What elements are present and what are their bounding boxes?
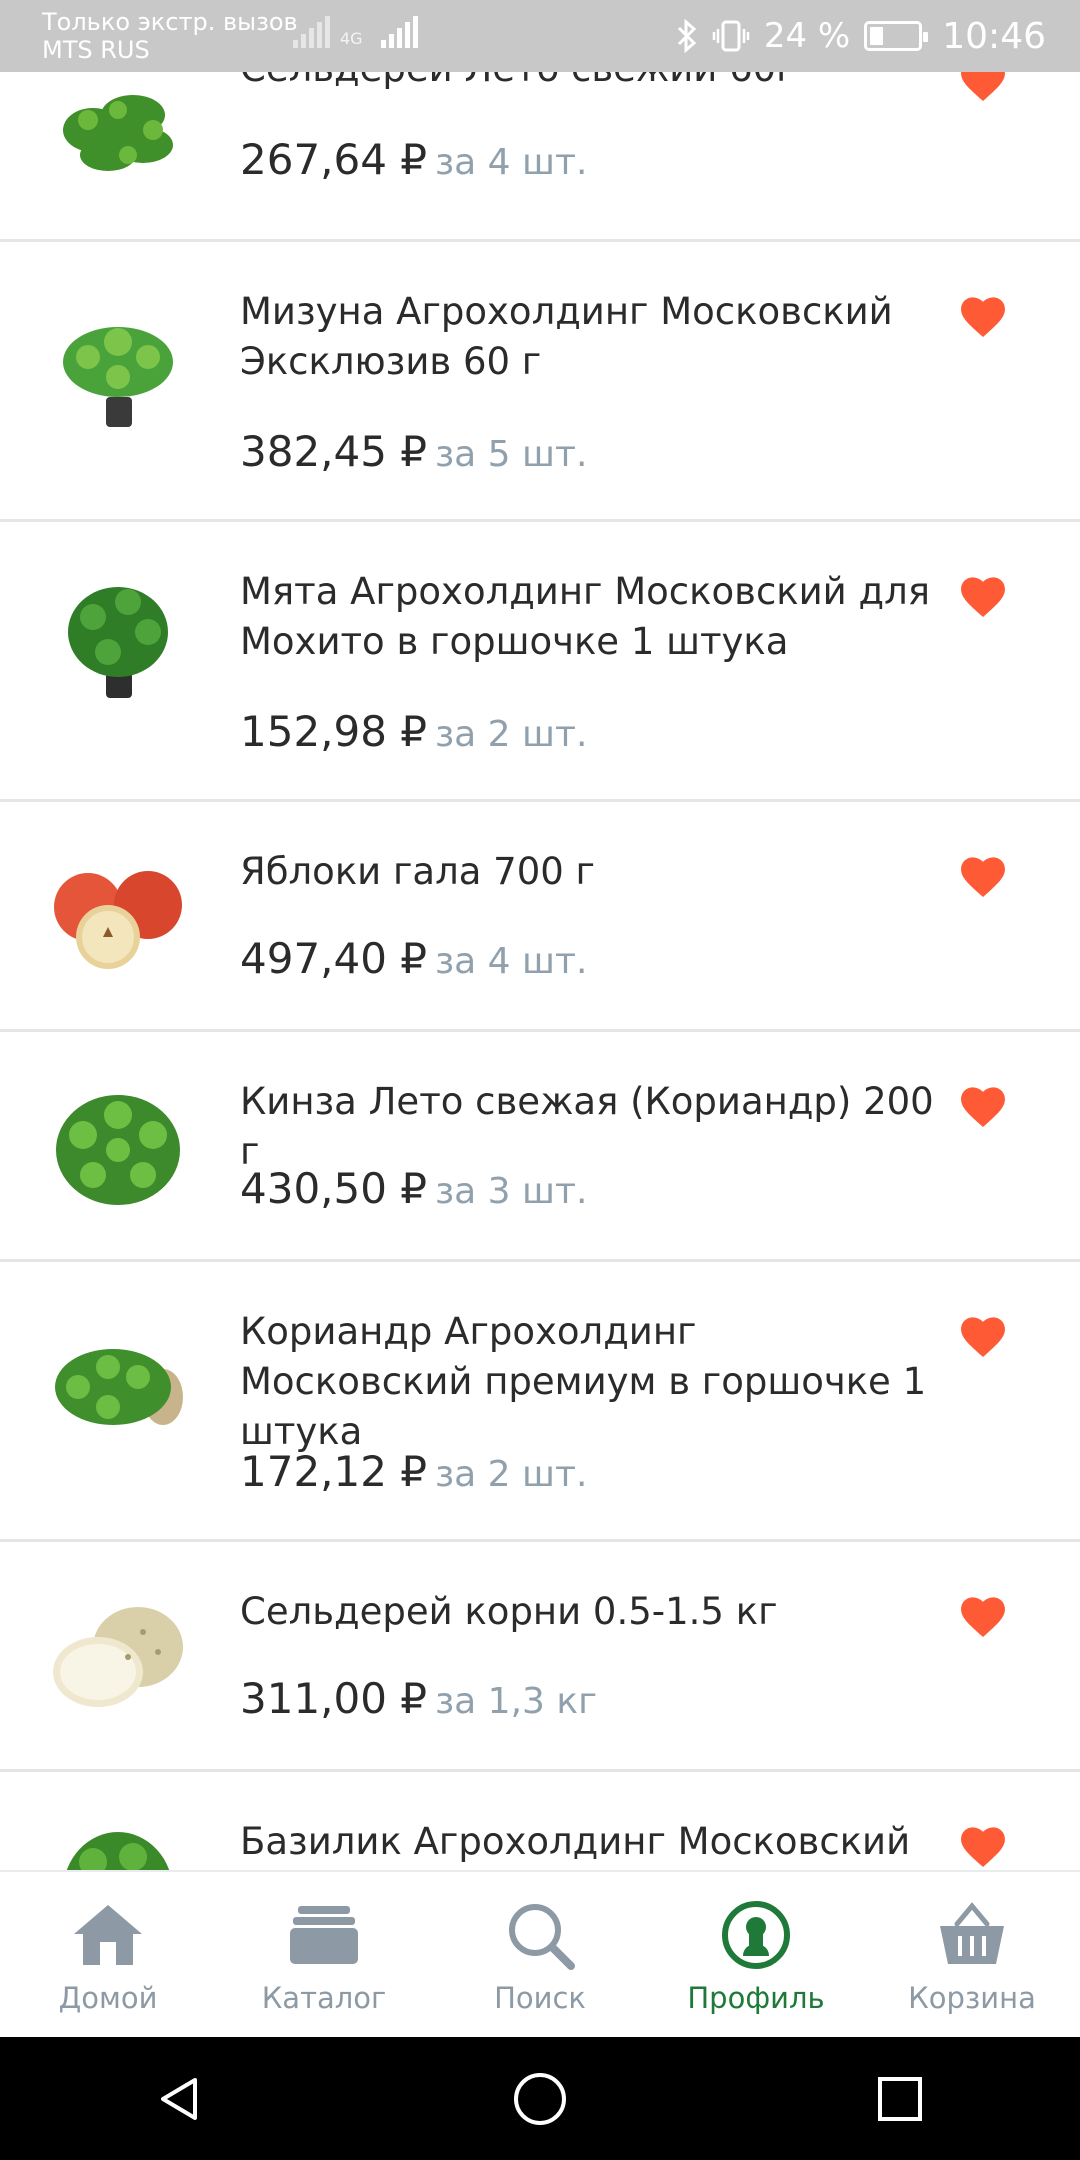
list-item[interactable]: Кинза Лето свежая (Кориандр) 200 г 430,5… (0, 1032, 1080, 1262)
system-back-button[interactable] (120, 2037, 240, 2160)
nav-label: Профиль (687, 1980, 825, 2015)
item-price: 497,40 ₽ (240, 934, 428, 983)
item-title: Мята Агрохолдинг Московский для Мохито в… (240, 570, 930, 663)
item-qty: за 2 шт. (435, 1454, 588, 1495)
favorites-list[interactable]: Сельдерей Лето свежий 60г 267,64 ₽за 4 ш… (0, 0, 1080, 1870)
item-title: Кориандр Агрохолдинг Московский премиум … (240, 1310, 927, 1453)
item-price-line: 267,64 ₽ за 4 шт. (240, 135, 587, 184)
status-right: 24 % 10:46 (676, 14, 1046, 58)
item-price-line: 382,45 ₽ за 5 шт. (240, 427, 587, 476)
item-price-line: 172,12 ₽ за 2 шт. (240, 1447, 587, 1496)
recents-icon (878, 2076, 922, 2121)
item-price: 267,64 ₽ (240, 135, 428, 184)
item-title: Мизуна Агрохолдинг Московский Эксклюзив … (240, 290, 893, 383)
signal-icon (293, 16, 330, 48)
favorite-heart-icon[interactable] (960, 1826, 1006, 1868)
list-item[interactable]: Яблоки гала 700 г 497,40 ₽ за 4 шт. (0, 802, 1080, 1032)
favorite-heart-icon[interactable] (960, 296, 1006, 338)
item-qty: за 1,3 кг (435, 1681, 598, 1722)
basket-icon (940, 1901, 1004, 1964)
network-type: 4G (340, 29, 363, 48)
cilantro-image (56, 1095, 180, 1205)
clock: 10:46 (942, 15, 1046, 57)
favorite-heart-icon[interactable] (960, 856, 1006, 898)
search-icon (509, 1903, 575, 1970)
item-title: Яблоки гала 700 г (240, 850, 595, 893)
carrier-line-2: MTS RUS (42, 36, 150, 64)
signal-indicators: 4G (285, 16, 418, 48)
catalog-icon (290, 1905, 358, 1964)
nav-label: Поиск (494, 1980, 586, 2015)
item-title: Сельдерей корни 0.5-1.5 кг (240, 1590, 778, 1633)
list-item[interactable]: Мизуна Агрохолдинг Московский Эксклюзив … (0, 242, 1080, 522)
home-circle-icon (514, 2072, 566, 2125)
item-price: 152,98 ₽ (240, 707, 428, 756)
status-bar: Только экстр. вызов MTS RUS 4G 24 % 10:4… (0, 0, 1080, 72)
signal-icon-2 (380, 16, 418, 48)
item-qty: за 3 шт. (435, 1171, 588, 1212)
item-price-line: 311,00 ₽ за 1,3 кг (240, 1674, 597, 1723)
celery-root-image (53, 1607, 183, 1707)
back-icon (161, 2077, 197, 2120)
item-price-line: 497,40 ₽ за 4 шт. (240, 934, 587, 983)
item-price: 382,45 ₽ (240, 427, 428, 476)
bottom-navigation: Домой Каталог Поиск Профиль Корзина (0, 1870, 1080, 2037)
bluetooth-icon (677, 19, 697, 53)
celery-herb-image (63, 95, 173, 171)
nav-label: Корзина (908, 1980, 1036, 2015)
favorite-heart-icon[interactable] (960, 576, 1006, 618)
nav-item-search[interactable]: Поиск (440, 1895, 640, 2015)
item-price: 311,00 ₽ (240, 1674, 428, 1723)
system-home-button[interactable] (480, 2037, 600, 2160)
profile-icon (722, 1900, 790, 1969)
system-recents-button[interactable] (840, 2037, 960, 2160)
battery-icon (864, 21, 929, 51)
item-price: 430,50 ₽ (240, 1164, 428, 1213)
item-qty: за 4 шт. (435, 142, 588, 183)
item-price-line: 430,50 ₽ за 3 шт. (240, 1164, 587, 1213)
coriander-pot-image (55, 1349, 183, 1425)
mizuna-pot-image (63, 327, 173, 427)
system-navigation-bar (0, 2037, 1080, 2160)
mint-pot-image (68, 587, 168, 698)
list-item[interactable]: Сельдерей корни 0.5-1.5 кг 311,00 ₽ за 1,… (0, 1542, 1080, 1772)
nav-item-home[interactable]: Домой (8, 1895, 208, 2015)
home-icon (74, 1904, 142, 1965)
nav-label: Каталог (261, 1980, 387, 2015)
app-screen: Сельдерей Лето свежий 60г 267,64 ₽за 4 ш… (0, 0, 1080, 2160)
carrier-info: Только экстр. вызов MTS RUS (42, 8, 298, 64)
nav-item-basket[interactable]: Корзина (872, 1895, 1072, 2015)
list-item[interactable]: Базилик Агрохолдинг Московский (0, 1772, 1080, 1870)
favorite-heart-icon[interactable] (960, 1316, 1006, 1358)
item-qty: за 4 шт. (435, 941, 588, 982)
favorite-heart-icon[interactable] (960, 1596, 1006, 1638)
item-qty: за 2 шт. (435, 714, 588, 755)
vibrate-icon (712, 20, 750, 52)
item-title: Кинза Лето свежая (Кориандр) 200 г (240, 1080, 934, 1173)
nav-item-catalog[interactable]: Каталог (224, 1895, 424, 2015)
battery-percent: 24 % (763, 16, 851, 56)
basil-image (66, 1832, 170, 1870)
carrier-line-1: Только экстр. вызов (42, 8, 298, 36)
item-qty: за 5 шт. (435, 434, 588, 475)
nav-item-profile[interactable]: Профиль (656, 1895, 856, 2015)
item-price: 172,12 ₽ (240, 1447, 428, 1496)
list-item[interactable]: Мята Агрохолдинг Московский для Мохито в… (0, 522, 1080, 802)
list-item[interactable]: Кориандр Агрохолдинг Московский премиум … (0, 1262, 1080, 1542)
item-price-line: 152,98 ₽ за 2 шт. (240, 707, 587, 756)
apples-image (54, 871, 182, 969)
favorite-heart-icon[interactable] (960, 1086, 1006, 1128)
item-title: Базилик Агрохолдинг Московский (240, 1820, 911, 1863)
nav-label: Домой (58, 1980, 158, 2015)
